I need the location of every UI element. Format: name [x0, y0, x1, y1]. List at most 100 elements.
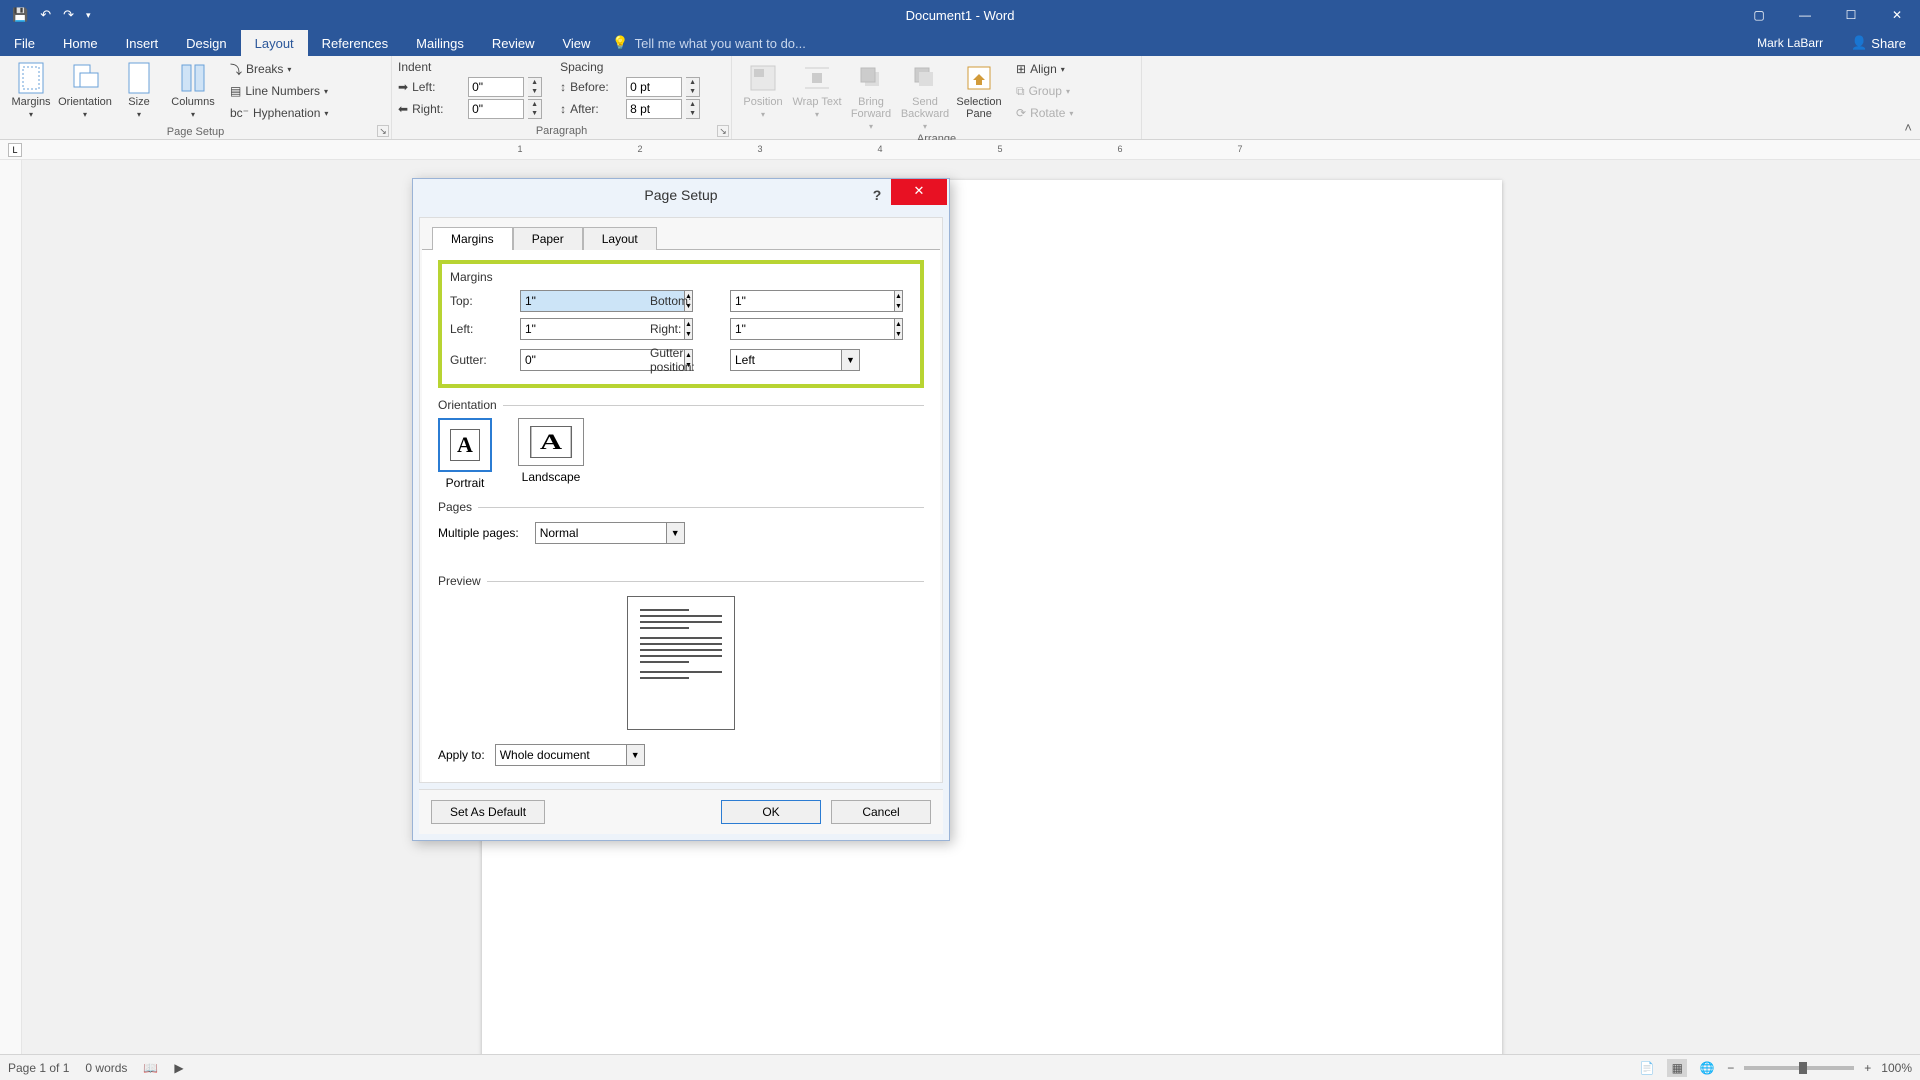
margins-section-label: Margins: [450, 270, 912, 284]
page-setup-dialog: Page Setup ? ✕ Margins Paper Layout Marg…: [412, 178, 950, 841]
dialog-tab-paper[interactable]: Paper: [513, 227, 583, 250]
tab-insert[interactable]: Insert: [112, 30, 173, 56]
columns-button[interactable]: Columns▾: [168, 58, 218, 119]
maximize-icon[interactable]: ☐: [1828, 0, 1874, 30]
spacing-after-input[interactable]: [626, 99, 682, 119]
orientation-button[interactable]: Orientation▾: [60, 58, 110, 119]
position-button[interactable]: Position▾: [738, 58, 788, 119]
gutter-position-dropdown[interactable]: ▼: [842, 349, 860, 371]
zoom-level[interactable]: 100%: [1881, 1061, 1912, 1075]
dialog-tab-layout[interactable]: Layout: [583, 227, 657, 250]
zoom-slider[interactable]: [1744, 1066, 1854, 1070]
tab-view[interactable]: View: [548, 30, 604, 56]
ribbon-display-icon[interactable]: ▢: [1736, 0, 1782, 30]
margin-right-spinner[interactable]: ▲▼: [895, 318, 903, 340]
wrap-text-button[interactable]: Wrap Text▾: [792, 58, 842, 119]
apply-to-dropdown[interactable]: ▼: [627, 744, 645, 766]
group-objects-button[interactable]: ⧉Group ▾: [1012, 80, 1077, 102]
indent-right-spinner[interactable]: ▲▼: [528, 99, 542, 119]
breaks-button[interactable]: ⤵Breaks ▾: [226, 58, 332, 80]
web-layout-icon[interactable]: 🌐: [1697, 1059, 1717, 1077]
user-name[interactable]: Mark LaBarr: [1743, 30, 1837, 56]
ruler-mark: 5: [940, 144, 1060, 154]
orientation-landscape[interactable]: A Landscape: [518, 418, 584, 490]
size-button[interactable]: Size▾: [114, 58, 164, 119]
margin-bottom-spinner[interactable]: ▲▼: [895, 290, 903, 312]
undo-icon[interactable]: ↶: [40, 7, 51, 23]
tab-file[interactable]: File: [0, 30, 49, 56]
send-backward-button[interactable]: Send Backward▾: [900, 58, 950, 131]
align-icon: ⊞: [1016, 62, 1026, 76]
spacing-after-label: After:: [570, 102, 622, 116]
position-icon: [747, 62, 779, 94]
indent-left-input[interactable]: [468, 77, 524, 97]
qat-customize-icon[interactable]: ▾: [86, 10, 91, 21]
window-title: Document1 - Word: [906, 8, 1015, 23]
spacing-before-spinner[interactable]: ▲▼: [686, 77, 700, 97]
share-label: Share: [1871, 36, 1906, 51]
redo-icon[interactable]: ↷: [63, 7, 74, 23]
tell-me-search[interactable]: 💡 Tell me what you want to do...: [604, 30, 1743, 56]
vertical-ruler[interactable]: [0, 160, 22, 1054]
minimize-icon[interactable]: —: [1782, 0, 1828, 30]
document-area[interactable]: Page Setup ? ✕ Margins Paper Layout Marg…: [22, 160, 1920, 1054]
tab-review[interactable]: Review: [478, 30, 549, 56]
apply-to-value[interactable]: Whole document: [495, 744, 627, 766]
selection-pane-button[interactable]: Selection Pane: [954, 58, 1004, 120]
tab-selector[interactable]: L: [8, 143, 22, 157]
dialog-titlebar[interactable]: Page Setup ? ✕: [413, 179, 949, 211]
page-setup-launcher[interactable]: ↘: [377, 125, 389, 137]
dialog-help-button[interactable]: ?: [865, 183, 889, 207]
group-paragraph-label: Paragraph: [398, 123, 725, 139]
status-words[interactable]: 0 words: [85, 1061, 127, 1075]
group-page-setup: Margins▾ Orientation▾ Size▾ Columns▾ ⤵Br…: [0, 56, 392, 139]
close-icon[interactable]: ✕: [1874, 0, 1920, 30]
rotate-button[interactable]: ⟳Rotate ▾: [1012, 102, 1077, 124]
spellcheck-icon[interactable]: 📖: [143, 1061, 158, 1075]
read-mode-icon[interactable]: 📄: [1637, 1059, 1657, 1077]
bring-forward-button[interactable]: Bring Forward▾: [846, 58, 896, 131]
dialog-tab-margins[interactable]: Margins: [432, 227, 513, 250]
margin-right-input[interactable]: [730, 318, 895, 340]
line-numbers-button[interactable]: ▤Line Numbers ▾: [226, 80, 332, 102]
indent-left-spinner[interactable]: ▲▼: [528, 77, 542, 97]
print-layout-icon[interactable]: ▦: [1667, 1059, 1687, 1077]
cancel-button[interactable]: Cancel: [831, 800, 931, 824]
set-default-button[interactable]: Set As Default: [431, 800, 545, 824]
tab-references[interactable]: References: [308, 30, 402, 56]
zoom-out-button[interactable]: −: [1727, 1061, 1734, 1075]
selection-label: Selection Pane: [954, 96, 1004, 120]
tab-mailings[interactable]: Mailings: [402, 30, 478, 56]
dialog-close-button[interactable]: ✕: [891, 179, 947, 205]
multiple-pages-dropdown[interactable]: ▼: [667, 522, 685, 544]
align-button[interactable]: ⊞Align ▾: [1012, 58, 1077, 80]
multiple-pages-value[interactable]: Normal: [535, 522, 667, 544]
hyphenation-button[interactable]: bc⁻Hyphenation ▾: [226, 102, 332, 124]
collapse-ribbon-icon[interactable]: ˄: [1904, 120, 1912, 135]
ok-button[interactable]: OK: [721, 800, 821, 824]
save-icon[interactable]: 💾: [12, 7, 28, 23]
share-icon: 👤: [1851, 35, 1867, 51]
portrait-label: Portrait: [446, 476, 485, 490]
macro-icon[interactable]: ▶: [174, 1061, 183, 1075]
indent-right-input[interactable]: [468, 99, 524, 119]
group-icon: ⧉: [1016, 84, 1025, 99]
spacing-before-input[interactable]: [626, 77, 682, 97]
spacing-after-spinner[interactable]: ▲▼: [686, 99, 700, 119]
zoom-in-button[interactable]: +: [1864, 1061, 1871, 1075]
wrap-text-icon: [801, 62, 833, 94]
bring-forward-icon: [855, 62, 887, 94]
gutter-position-value[interactable]: Left: [730, 349, 842, 371]
status-bar: Page 1 of 1 0 words 📖 ▶ 📄 ▦ 🌐 − + 100%: [0, 1054, 1920, 1080]
ruler-mark: 7: [1180, 144, 1300, 154]
orientation-portrait[interactable]: A Portrait: [438, 418, 492, 490]
share-button[interactable]: 👤 Share: [1837, 30, 1920, 56]
horizontal-ruler[interactable]: L 1 2 3 4 5 6 7: [0, 140, 1920, 160]
paragraph-launcher[interactable]: ↘: [717, 125, 729, 137]
margin-bottom-input[interactable]: [730, 290, 895, 312]
tab-layout[interactable]: Layout: [241, 30, 308, 56]
margins-button[interactable]: Margins▾: [6, 58, 56, 119]
tab-design[interactable]: Design: [172, 30, 240, 56]
status-page[interactable]: Page 1 of 1: [8, 1061, 69, 1075]
tab-home[interactable]: Home: [49, 30, 112, 56]
